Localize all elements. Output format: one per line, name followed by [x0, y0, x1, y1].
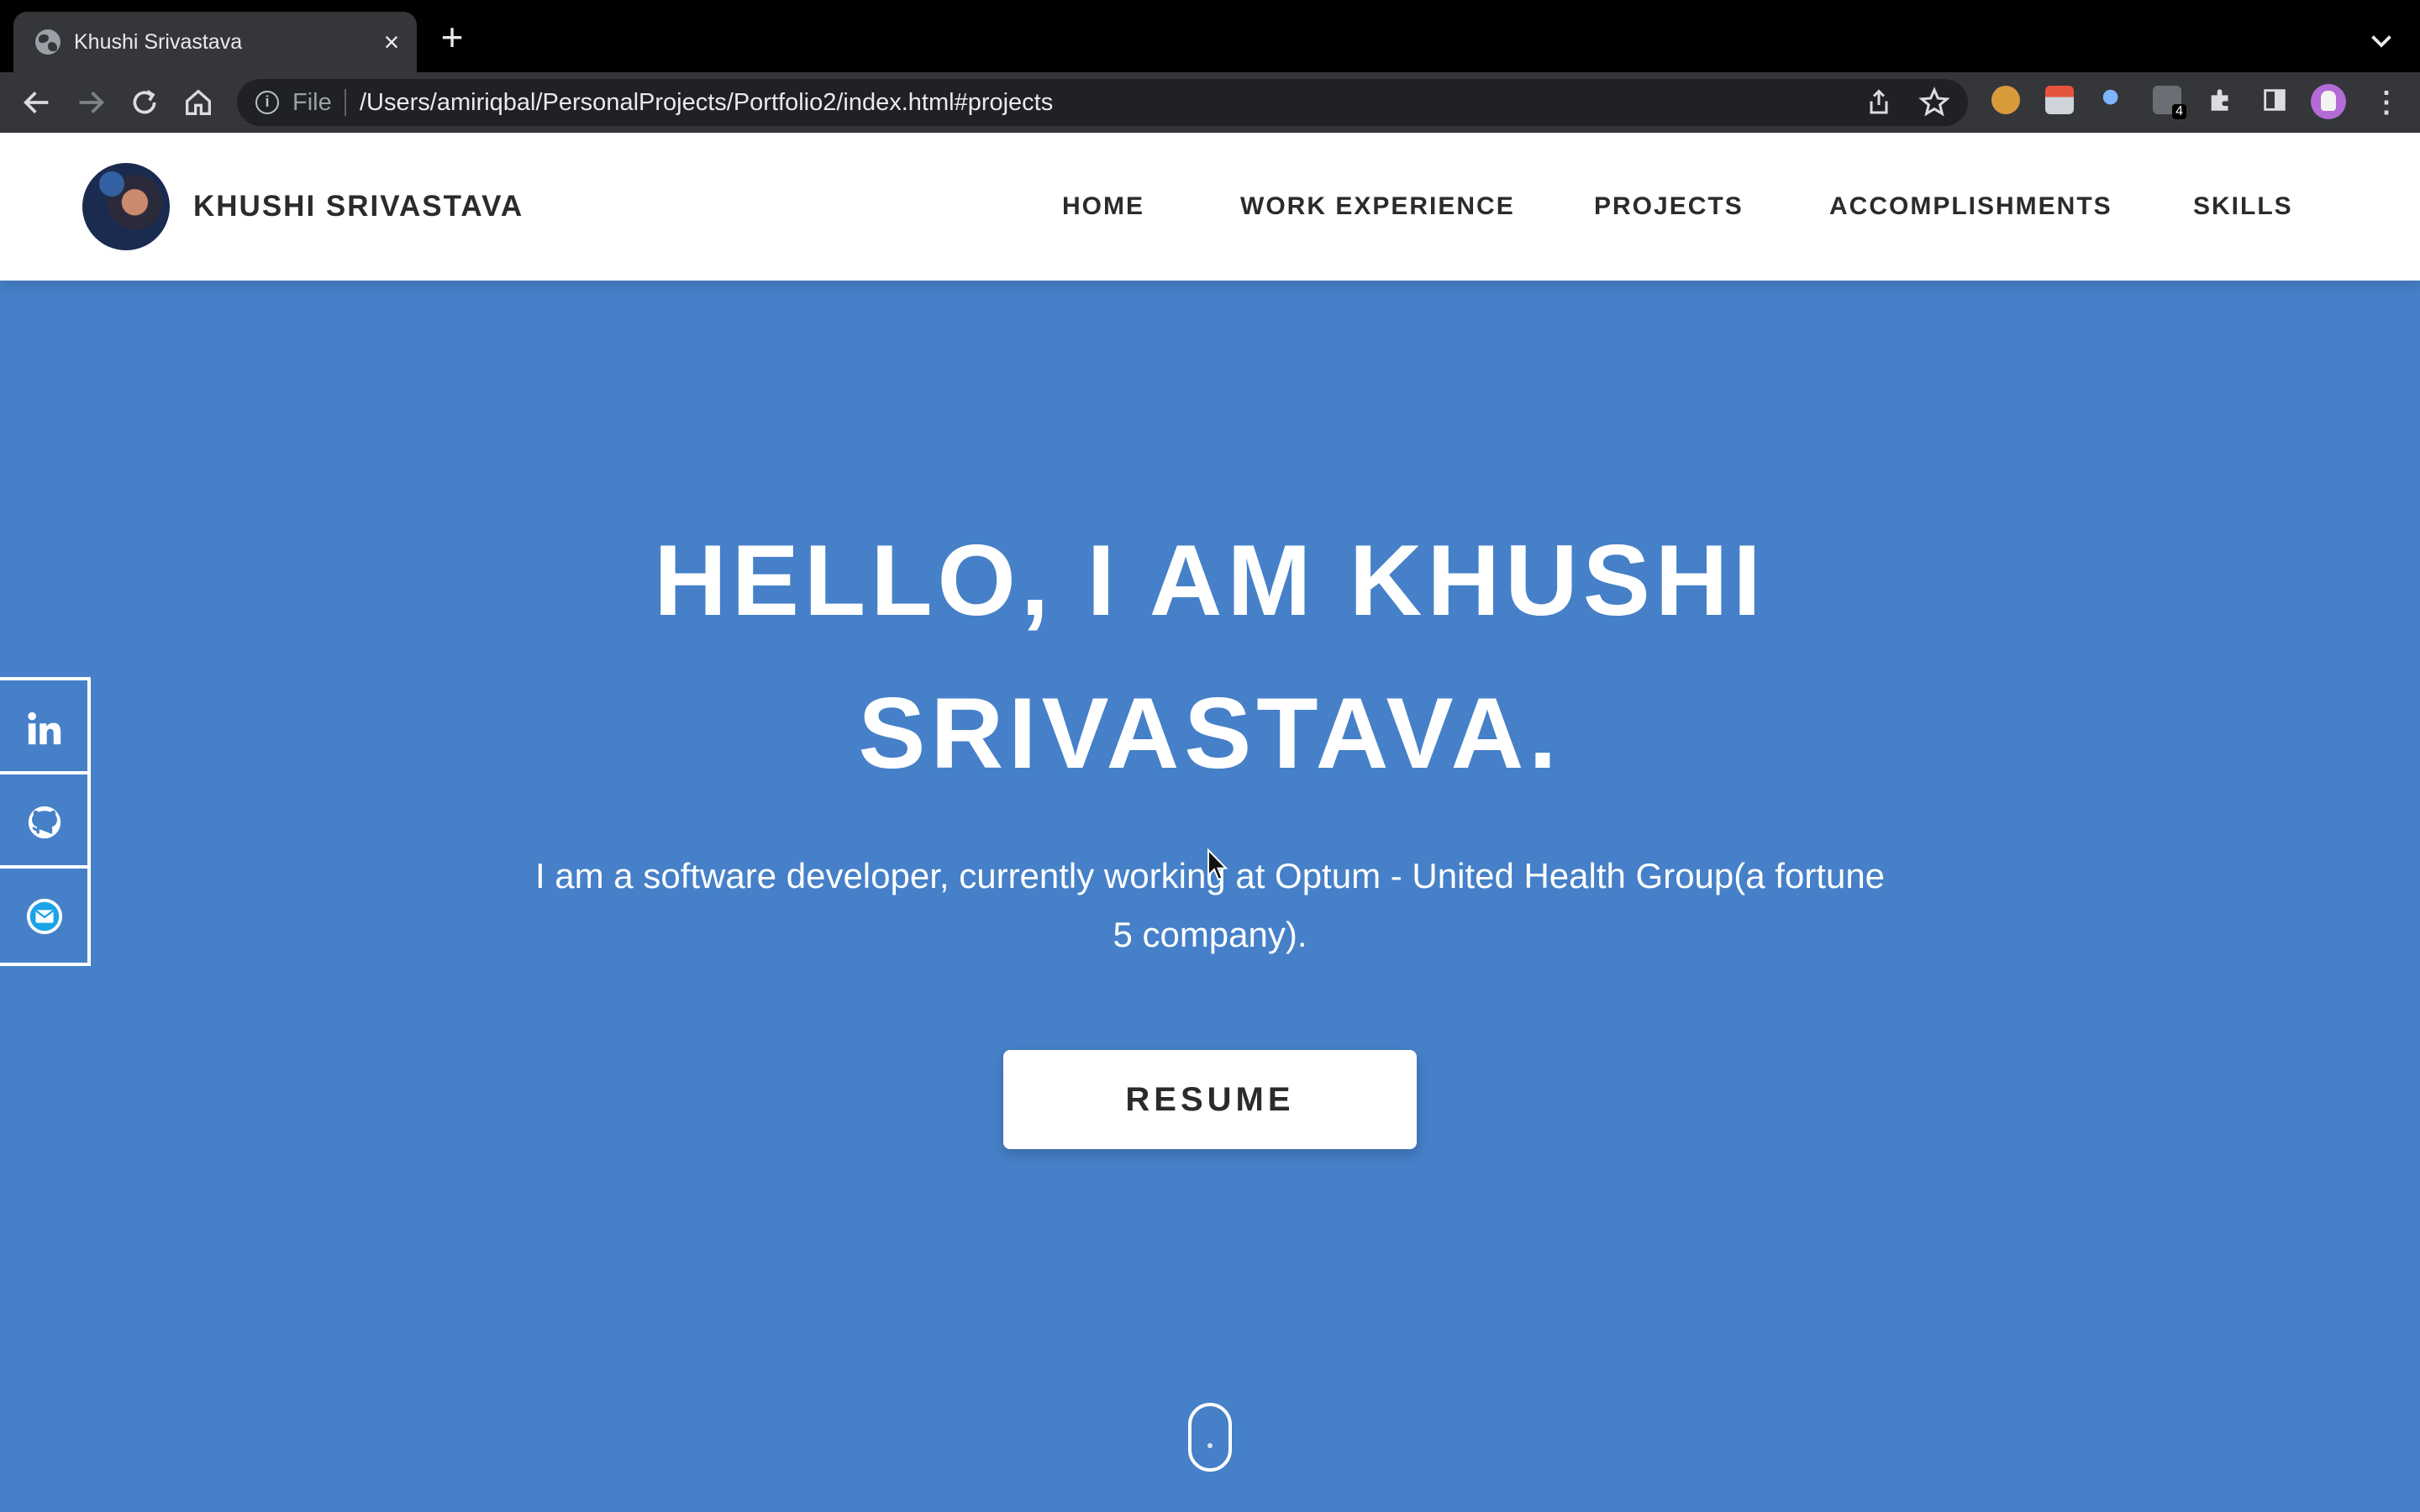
extension-icon[interactable] — [2045, 86, 2074, 114]
email-link[interactable] — [0, 869, 87, 963]
nav-work-experience[interactable]: WORK EXPERIENCE — [1240, 192, 1515, 222]
side-panel-icon[interactable] — [2260, 86, 2289, 114]
reload-icon[interactable] — [128, 86, 161, 119]
address-bar[interactable]: i File /Users/amiriqbal/PersonalProjects… — [237, 79, 1968, 126]
scroll-down-icon[interactable] — [1188, 1403, 1232, 1472]
badge-extension-icon[interactable]: 4 — [2153, 86, 2186, 119]
chevron-down-icon[interactable] — [2366, 25, 2396, 55]
extension-badge: 4 — [2172, 104, 2186, 119]
home-icon[interactable] — [182, 86, 215, 119]
mouse-cursor-icon — [1207, 848, 1228, 881]
more-vert-icon[interactable]: ⋮ — [2370, 86, 2403, 119]
nav-projects[interactable]: PROJECTS — [1594, 192, 1744, 222]
hero-title: HELLO, I AM KHUSHI SRIVASTAVA. — [654, 524, 1766, 790]
tab-title: Khushi Srivastava — [74, 30, 243, 54]
linkedin-link[interactable] — [0, 680, 87, 774]
puzzle-icon[interactable] — [2207, 86, 2235, 114]
github-icon — [28, 806, 61, 839]
email-icon — [26, 898, 63, 935]
profile-icon[interactable] — [2311, 84, 2346, 119]
url-text[interactable]: /Users/amiriqbal/PersonalProjects/Portfo… — [360, 89, 1053, 116]
linkedin-icon — [28, 711, 61, 745]
url-separator — [345, 89, 346, 116]
browser-tab-strip: Khushi Srivastava × + — [0, 0, 2420, 72]
share-icon[interactable] — [1864, 87, 1894, 118]
nav-home[interactable]: HOME — [1062, 192, 1144, 222]
star-icon[interactable] — [1918, 86, 1951, 119]
back-arrow-icon[interactable] — [20, 86, 54, 119]
info-icon[interactable]: i — [255, 91, 279, 114]
close-icon[interactable]: × — [376, 27, 407, 57]
github-link[interactable] — [0, 774, 87, 869]
social-sidebar — [0, 677, 91, 966]
site-navbar: KHUSHI SRIVASTAVA HOME WORK EXPERIENCE P… — [0, 133, 2420, 281]
cookie-extension-icon[interactable] — [1991, 86, 2020, 114]
resume-button[interactable]: RESUME — [1003, 1050, 1417, 1149]
forward-arrow-icon[interactable] — [74, 86, 108, 119]
nav-skills[interactable]: SKILLS — [2193, 192, 2293, 222]
plus-icon[interactable]: + — [435, 18, 469, 56]
url-scheme: File — [292, 89, 332, 116]
globe-icon — [35, 29, 60, 55]
nav-links: HOME WORK EXPERIENCE PROJECTS ACCOMPLISH… — [0, 192, 2420, 225]
nav-accomplishments[interactable]: ACCOMPLISHMENTS — [1829, 192, 2112, 222]
browser-tab[interactable]: Khushi Srivastava × — [13, 12, 417, 72]
magnifier-extension-icon[interactable] — [2099, 86, 2128, 114]
